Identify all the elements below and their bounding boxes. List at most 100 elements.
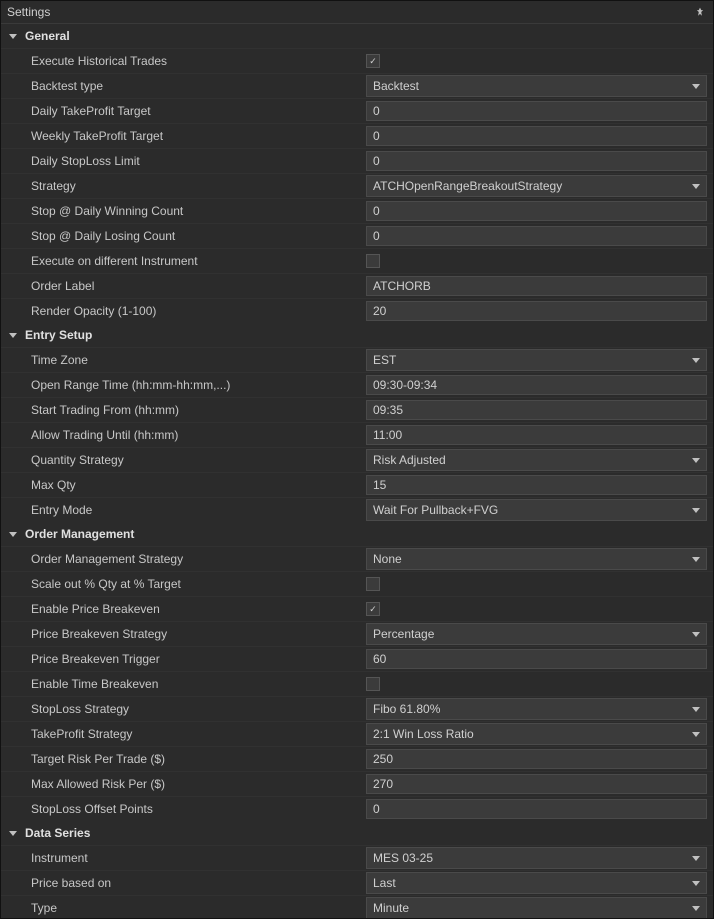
- row-stoploss-offset-points: StopLoss Offset Points: [1, 796, 713, 821]
- row-stoploss-strategy: StopLoss Strategy Fibo 61.80%: [1, 696, 713, 721]
- row-daily-stoploss-limit: Daily StopLoss Limit: [1, 148, 713, 173]
- row-price-based-on: Price based on Last: [1, 870, 713, 895]
- label: Order Label: [31, 279, 366, 293]
- label: Execute Historical Trades: [31, 54, 366, 68]
- backtest-type-select[interactable]: Backtest: [366, 75, 707, 97]
- chevron-down-icon: [692, 707, 700, 712]
- label: StopLoss Offset Points: [31, 802, 366, 816]
- entry-mode-select[interactable]: Wait For Pullback+FVG: [366, 499, 707, 521]
- label: Backtest type: [31, 79, 366, 93]
- label: Scale out % Qty at % Target: [31, 577, 366, 591]
- label: Time Zone: [31, 353, 366, 367]
- order-label-input[interactable]: [366, 276, 707, 296]
- section-entry-setup-header[interactable]: Entry Setup: [1, 323, 713, 347]
- row-weekly-takeprofit-target: Weekly TakeProfit Target: [1, 123, 713, 148]
- chevron-down-icon: [692, 458, 700, 463]
- row-instrument: Instrument MES 03-25: [1, 845, 713, 870]
- section-order-management-header[interactable]: Order Management: [1, 522, 713, 546]
- chevron-down-icon: [692, 906, 700, 911]
- chevron-down-icon: [692, 732, 700, 737]
- stoploss-strategy-select[interactable]: Fibo 61.80%: [366, 698, 707, 720]
- execute-different-instrument-checkbox[interactable]: [366, 254, 380, 268]
- label: Strategy: [31, 179, 366, 193]
- label: Start Trading From (hh:mm): [31, 403, 366, 417]
- chevron-down-icon: [692, 508, 700, 513]
- titlebar: Settings: [1, 1, 713, 24]
- render-opacity-input[interactable]: [366, 301, 707, 321]
- row-quantity-strategy: Quantity Strategy Risk Adjusted: [1, 447, 713, 472]
- label: Quantity Strategy: [31, 453, 366, 467]
- chevron-down-icon: [692, 856, 700, 861]
- panel-title: Settings: [7, 5, 50, 19]
- label: Weekly TakeProfit Target: [31, 129, 366, 143]
- scale-out-checkbox[interactable]: [366, 577, 380, 591]
- target-risk-per-trade-input[interactable]: [366, 749, 707, 769]
- row-start-trading-from: Start Trading From (hh:mm): [1, 397, 713, 422]
- instrument-select[interactable]: MES 03-25: [366, 847, 707, 869]
- chevron-down-icon: [692, 632, 700, 637]
- label: Daily StopLoss Limit: [31, 154, 366, 168]
- chevron-down-icon: [9, 532, 17, 537]
- chevron-down-icon: [9, 333, 17, 338]
- label: Price Breakeven Strategy: [31, 627, 366, 641]
- label: Stop @ Daily Winning Count: [31, 204, 366, 218]
- stoploss-offset-points-input[interactable]: [366, 799, 707, 819]
- row-time-zone: Time Zone EST: [1, 347, 713, 372]
- allow-trading-until-input[interactable]: [366, 425, 707, 445]
- row-price-breakeven-trigger: Price Breakeven Trigger: [1, 646, 713, 671]
- row-takeprofit-strategy: TakeProfit Strategy 2:1 Win Loss Ratio: [1, 721, 713, 746]
- row-scale-out: Scale out % Qty at % Target: [1, 571, 713, 596]
- chevron-down-icon: [692, 881, 700, 886]
- price-breakeven-strategy-select[interactable]: Percentage: [366, 623, 707, 645]
- label: StopLoss Strategy: [31, 702, 366, 716]
- pin-icon[interactable]: [693, 5, 707, 19]
- section-general-header[interactable]: General: [1, 24, 713, 48]
- label: Stop @ Daily Losing Count: [31, 229, 366, 243]
- weekly-takeprofit-target-input[interactable]: [366, 126, 707, 146]
- label: Daily TakeProfit Target: [31, 104, 366, 118]
- row-type: Type Minute: [1, 895, 713, 919]
- row-allow-trading-until: Allow Trading Until (hh:mm): [1, 422, 713, 447]
- row-enable-time-breakeven: Enable Time Breakeven: [1, 671, 713, 696]
- chevron-down-icon: [692, 358, 700, 363]
- max-qty-input[interactable]: [366, 475, 707, 495]
- type-select[interactable]: Minute: [366, 897, 707, 919]
- stop-daily-losing-count-input[interactable]: [366, 226, 707, 246]
- section-data-series-header[interactable]: Data Series: [1, 821, 713, 845]
- chevron-down-icon: [692, 84, 700, 89]
- enable-price-breakeven-checkbox[interactable]: [366, 602, 380, 616]
- execute-historical-trades-checkbox[interactable]: [366, 54, 380, 68]
- section-data-series-title: Data Series: [25, 826, 90, 840]
- row-target-risk-per-trade: Target Risk Per Trade ($): [1, 746, 713, 771]
- label: Order Management Strategy: [31, 552, 366, 566]
- daily-stoploss-limit-input[interactable]: [366, 151, 707, 171]
- row-order-management-strategy: Order Management Strategy None: [1, 546, 713, 571]
- row-price-breakeven-strategy: Price Breakeven Strategy Percentage: [1, 621, 713, 646]
- max-allowed-risk-input[interactable]: [366, 774, 707, 794]
- row-strategy: Strategy ATCHOpenRangeBreakoutStrategy: [1, 173, 713, 198]
- row-max-qty: Max Qty: [1, 472, 713, 497]
- section-order-management-title: Order Management: [25, 527, 134, 541]
- order-management-strategy-select[interactable]: None: [366, 548, 707, 570]
- takeprofit-strategy-select[interactable]: 2:1 Win Loss Ratio: [366, 723, 707, 745]
- daily-takeprofit-target-input[interactable]: [366, 101, 707, 121]
- row-enable-price-breakeven: Enable Price Breakeven: [1, 596, 713, 621]
- label: Allow Trading Until (hh:mm): [31, 428, 366, 442]
- enable-time-breakeven-checkbox[interactable]: [366, 677, 380, 691]
- label: Execute on different Instrument: [31, 254, 366, 268]
- label: Price based on: [31, 876, 366, 890]
- row-open-range-time: Open Range Time (hh:mm-hh:mm,...): [1, 372, 713, 397]
- time-zone-select[interactable]: EST: [366, 349, 707, 371]
- stop-daily-winning-count-input[interactable]: [366, 201, 707, 221]
- settings-body: General Execute Historical Trades Backte…: [1, 24, 713, 919]
- price-breakeven-trigger-input[interactable]: [366, 649, 707, 669]
- label: Instrument: [31, 851, 366, 865]
- section-general-title: General: [25, 29, 70, 43]
- label: Render Opacity (1-100): [31, 304, 366, 318]
- price-based-on-select[interactable]: Last: [366, 872, 707, 894]
- strategy-select[interactable]: ATCHOpenRangeBreakoutStrategy: [366, 175, 707, 197]
- row-stop-daily-winning-count: Stop @ Daily Winning Count: [1, 198, 713, 223]
- open-range-time-input[interactable]: [366, 375, 707, 395]
- quantity-strategy-select[interactable]: Risk Adjusted: [366, 449, 707, 471]
- start-trading-from-input[interactable]: [366, 400, 707, 420]
